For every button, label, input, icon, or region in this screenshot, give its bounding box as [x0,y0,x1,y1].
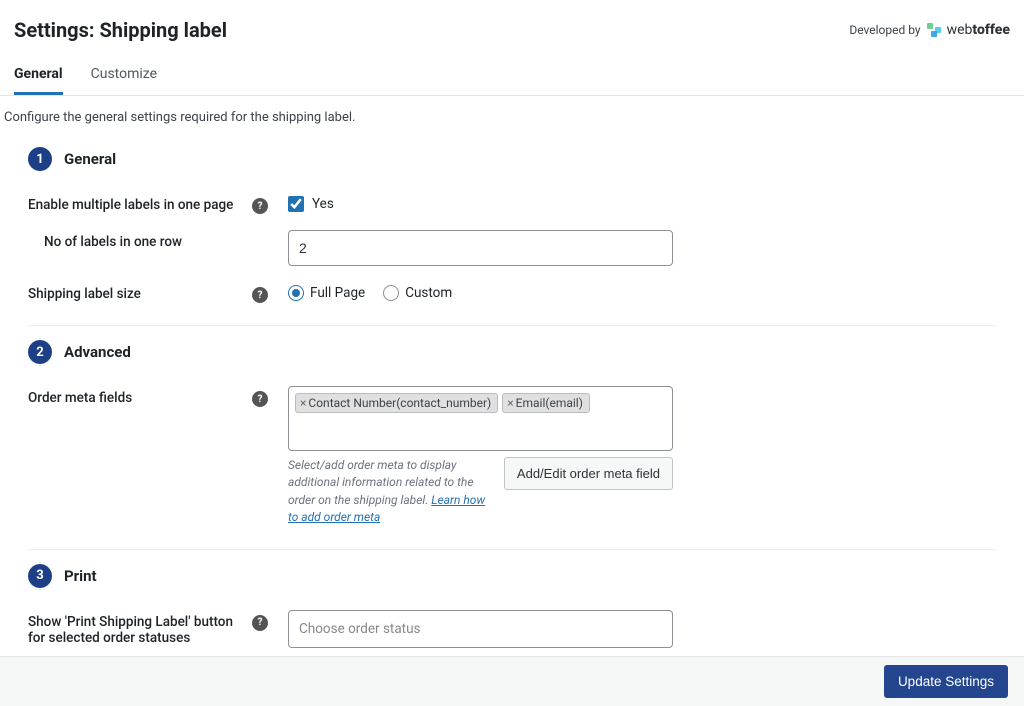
help-icon[interactable]: ? [252,198,268,214]
size-radio-full-page[interactable]: Full Page [288,285,365,301]
developed-by: Developed by webtoffee [849,22,1010,38]
section-general-title: General [64,150,116,168]
radio-icon [383,285,399,301]
webtoffee-logo: webtoffee [927,22,1010,38]
divider [28,325,996,326]
size-custom-label: Custom [405,285,452,301]
brand-prefix: web [947,22,973,38]
meta-tag-label: Email(email) [516,396,583,410]
labels-per-row-label: No of labels in one row [28,234,268,250]
footer-bar: Update Settings [0,656,1024,706]
show-print-button-label: Show 'Print Shipping Label' button for s… [28,614,252,646]
tab-customize[interactable]: Customize [91,56,157,95]
help-icon[interactable]: ? [252,391,268,407]
brand-suffix: toffee [972,22,1010,38]
order-meta-label: Order meta fields [28,390,252,406]
size-full-page-label: Full Page [310,285,365,301]
enable-multiple-checkbox[interactable] [288,196,304,212]
section-print-title: Print [64,567,97,585]
section-general-header: 1 General [28,147,996,171]
section-number-2: 2 [28,340,52,364]
section-advanced-header: 2 Advanced [28,340,996,364]
developed-by-text: Developed by [849,23,920,37]
tab-bar: General Customize [0,56,1024,96]
section-advanced-title: Advanced [64,343,131,361]
size-radio-group: Full Page Custom [288,282,698,301]
logo-icon [927,23,945,37]
close-icon[interactable]: × [300,396,306,410]
section-number-3: 3 [28,564,52,588]
divider [28,549,996,550]
meta-tag-label: Contact Number(contact_number) [308,396,491,410]
close-icon[interactable]: × [507,396,513,410]
meta-tag[interactable]: × Email(email) [502,393,590,413]
section-number-1: 1 [28,147,52,171]
enable-multiple-yes: Yes [312,196,334,212]
tab-general[interactable]: General [14,56,63,95]
section-print-header: 3 Print [28,564,996,588]
shipping-label-size-label: Shipping label size [28,286,252,302]
order-status-select[interactable]: Choose order status [288,610,673,648]
order-meta-help-text: Select/add order meta to display additio… [288,457,494,527]
add-edit-meta-button[interactable]: Add/Edit order meta field [504,457,673,490]
help-icon[interactable]: ? [252,287,268,303]
enable-multiple-checkbox-wrap[interactable]: Yes [288,193,698,212]
page-title: Settings: Shipping label [14,18,227,42]
labels-per-row-input[interactable] [288,230,673,266]
radio-icon [288,285,304,301]
meta-tag[interactable]: × Contact Number(contact_number) [295,393,498,413]
update-settings-button[interactable]: Update Settings [884,665,1008,698]
size-radio-custom[interactable]: Custom [383,285,452,301]
help-icon[interactable]: ? [252,615,268,631]
page-description: Configure the general settings required … [0,96,1024,137]
enable-multiple-label: Enable multiple labels in one page [28,197,252,213]
order-meta-tagbox[interactable]: × Contact Number(contact_number) × Email… [288,386,673,451]
